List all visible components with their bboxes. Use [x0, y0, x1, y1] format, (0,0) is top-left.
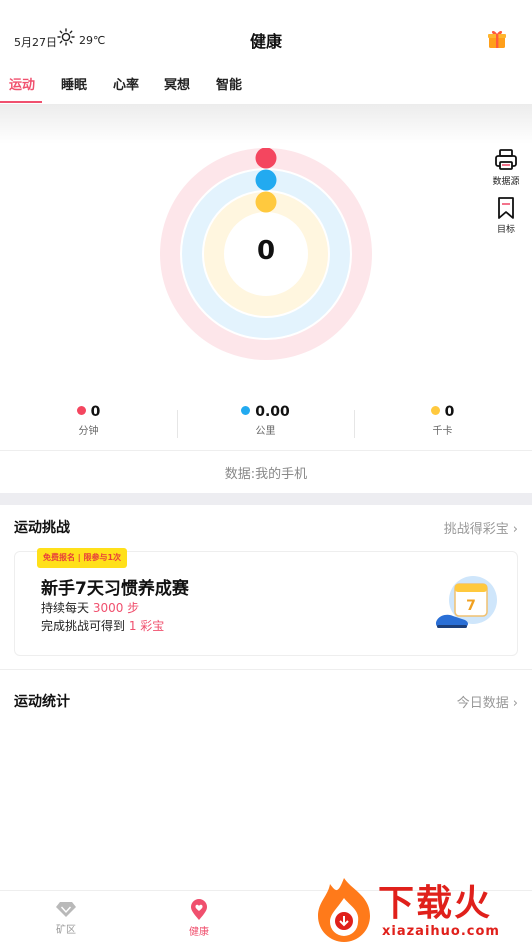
section-gap [0, 493, 532, 505]
tab-smart[interactable]: 智能 [216, 74, 242, 93]
minutes-value: 0 [90, 404, 101, 420]
distance-unit: 公里 [255, 426, 276, 437]
distance-dot [241, 406, 251, 415]
bookmark-icon [498, 197, 514, 219]
svg-text:7: 7 [466, 598, 476, 614]
challenge-link-label: 挑战得彩宝 [443, 522, 509, 537]
tab-active-indicator [0, 101, 42, 103]
tab-exercise[interactable]: 运动 [9, 74, 35, 93]
stats-link-label: 今日数据 [456, 696, 509, 711]
divider [0, 669, 532, 670]
minutes-dot [76, 406, 86, 415]
ring-center-value: 0 [256, 236, 276, 266]
tab-meditation[interactable]: 冥想 [164, 74, 190, 93]
chevron-right-icon: › [512, 522, 518, 537]
ring-calories-dot [255, 191, 277, 213]
metric-calories: 0 千卡 [354, 404, 531, 437]
goal-label: 目标 [496, 225, 515, 235]
gift-icon[interactable] [486, 28, 508, 50]
minutes-unit: 分钟 [78, 426, 99, 437]
data-source-label: 数据源 [492, 177, 520, 187]
banner-shade [0, 104, 532, 144]
watermark-url: xiazaihuo.com [382, 924, 500, 939]
printer-icon [495, 149, 517, 170]
calories-unit: 千卡 [432, 426, 453, 437]
ring-distance-dot [255, 169, 277, 191]
challenge-section-title: 运动挑战 [14, 520, 70, 536]
calendar-shoe-icon: 7 [435, 576, 497, 628]
challenge-steps-line: 持续每天 3000 步 [41, 599, 139, 616]
challenge-link[interactable]: 挑战得彩宝 › [444, 518, 518, 537]
challenge-reward-line: 完成挑战可得到 1 彩宝 [41, 617, 164, 634]
gem-icon [56, 902, 76, 917]
nav-health-label: 健康 [189, 927, 209, 938]
top-header: 5月27日 29℃ 健康 [0, 0, 532, 70]
nav-health[interactable]: 健康 [169, 899, 229, 938]
nav-mining[interactable]: 矿区 [36, 899, 96, 936]
goal-button[interactable]: 目标 [486, 196, 526, 235]
divider [0, 450, 532, 451]
tab-heart-rate[interactable]: 心率 [113, 74, 139, 93]
metric-minutes: 0 分钟 [0, 404, 177, 437]
flame-logo-icon [318, 878, 370, 942]
tab-sleep[interactable]: 睡眠 [61, 74, 87, 93]
challenge-card-title: 新手7天习惯养成赛 [41, 579, 189, 599]
data-source-button[interactable]: 数据源 [486, 148, 526, 187]
reward-highlight: 1 彩宝 [128, 619, 165, 633]
page-title: 健康 [249, 32, 282, 51]
watermark: 下载火 xiazaihuo.com [314, 872, 532, 944]
metric-distance: 0.00 公里 [177, 404, 354, 437]
metrics-row: 0 分钟 0.00 公里 0 千卡 [0, 404, 532, 450]
steps-highlight: 3000 步 [92, 601, 140, 615]
nav-mining-label: 矿区 [56, 925, 76, 936]
ring-minutes-dot [255, 148, 277, 169]
free-signup-badge: 免费报名 | 限参与1次 [37, 548, 128, 568]
stats-link[interactable]: 今日数据 › [457, 692, 518, 711]
tab-bar: 运动 睡眠 心率 冥想 智能 [0, 70, 532, 104]
reward-prefix: 完成挑战可得到 [41, 619, 129, 633]
steps-prefix: 持续每天 [41, 601, 93, 615]
heart-pin-icon [191, 899, 207, 920]
stats-section-title: 运动统计 [14, 694, 70, 710]
data-source-text[interactable]: 数据:我的手机 [0, 463, 532, 482]
chevron-right-icon: › [512, 696, 518, 711]
challenge-card[interactable]: 免费报名 | 限参与1次 新手7天习惯养成赛 持续每天 3000 步 完成挑战可… [14, 548, 518, 656]
calories-dot [430, 406, 440, 415]
distance-value: 0.00 [255, 404, 290, 420]
calories-value: 0 [444, 404, 455, 420]
watermark-text: 下载火 [378, 883, 493, 924]
